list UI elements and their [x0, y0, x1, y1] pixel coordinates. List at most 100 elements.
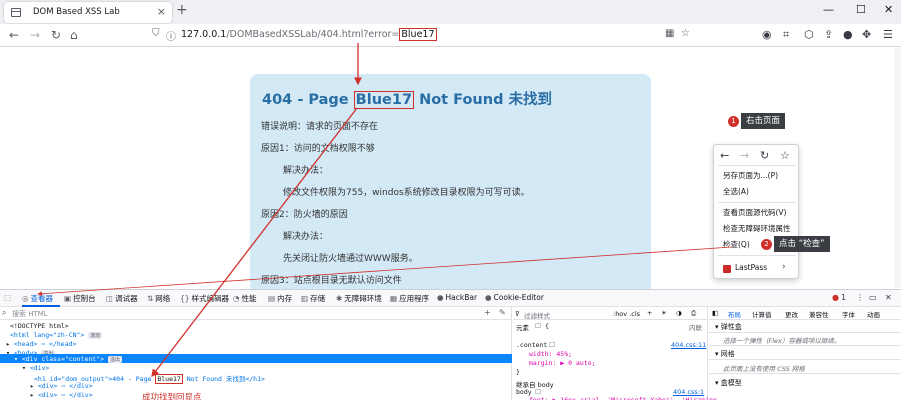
- tab-changes[interactable]: 更改: [785, 309, 798, 319]
- section-divider: [709, 345, 901, 346]
- ctx-view-source[interactable]: 查看页面源代码(V): [723, 207, 786, 218]
- selected-dom-row[interactable]: ▾ <div class="content"> 溢出: [0, 354, 512, 363]
- application-icon: ▦: [390, 294, 398, 303]
- ctx-reload-icon[interactable]: ↻: [760, 149, 769, 162]
- body-rule-source[interactable]: 404.css:1: [673, 388, 704, 396]
- extensions-puzzle-icon[interactable]: ✥: [862, 28, 871, 42]
- div-tag: <div>: [29, 364, 50, 372]
- page-viewport[interactable]: 404 - Page Blue17 Not Found 未找到 错误说明：请求的…: [0, 48, 901, 294]
- margin-declaration[interactable]: margin: ▶ 0 auto;: [529, 359, 596, 367]
- tab-computed[interactable]: 计算值: [752, 309, 772, 319]
- reload-button[interactable]: ↻: [51, 28, 61, 42]
- ctx-inspect-accessibility[interactable]: 检查无障碍环境属性: [723, 223, 791, 234]
- maximize-button[interactable]: ☐: [856, 3, 866, 16]
- browser-window: DOM Based XSS Lab × + — ☐ ✕ ← → ↻ ⌂ ⛉ ⓘ …: [0, 0, 901, 400]
- tab-hackbar[interactable]: ● HackBar: [437, 293, 477, 302]
- close-window-button[interactable]: ✕: [884, 3, 893, 16]
- eyedropper-icon[interactable]: ✎: [499, 308, 506, 317]
- error-badge-icon[interactable]: ●: [832, 293, 839, 302]
- crop-icon[interactable]: ⌗: [783, 28, 789, 42]
- dom-node-html[interactable]: <html lang="zh-CN"> 滚动: [10, 331, 103, 339]
- ctx-forward-icon[interactable]: →: [740, 149, 749, 162]
- dom-node-head[interactable]: ▸ <head> ⋯ </head>: [6, 340, 76, 348]
- account-icon[interactable]: ◉: [762, 28, 772, 42]
- home-button[interactable]: ⌂: [70, 28, 78, 42]
- page-info-icon[interactable]: ⓘ: [166, 28, 176, 43]
- tab-layout[interactable]: 布局: [728, 309, 741, 319]
- tab-performance[interactable]: ◔ 性能: [233, 293, 257, 304]
- font-declaration[interactable]: font: ▶ 16px arial, 'Microsoft Yahei', '…: [529, 396, 717, 400]
- pseudo-class-toggle[interactable]: :hov .cls: [613, 310, 640, 318]
- tab-fonts[interactable]: 字体: [842, 309, 855, 319]
- dom-node-child-div[interactable]: ▸ <div> ⋯ </div>: [30, 382, 93, 390]
- tab-storage[interactable]: ▥ 存储: [301, 293, 325, 304]
- add-node-icon[interactable]: +: [484, 308, 491, 317]
- element-rule-checkbox[interactable]: ☐: [535, 322, 541, 330]
- tab-memory[interactable]: ▤ 内存: [268, 293, 292, 304]
- content-rule-checkbox[interactable]: ☐: [549, 341, 555, 349]
- tab-style-editor[interactable]: {} 样式编辑器: [180, 293, 229, 304]
- tab-inspector[interactable]: ◎ 查看器: [22, 293, 53, 304]
- tab-compatibility[interactable]: 兼容性: [809, 309, 829, 319]
- page-scrollbar[interactable]: [894, 48, 901, 288]
- options-icon[interactable]: ⋮: [856, 293, 864, 302]
- braces-icon: {}: [180, 294, 190, 303]
- filter-styles-input[interactable]: 过滤样式: [524, 310, 550, 320]
- content-rule-source[interactable]: 404.css:11: [671, 341, 706, 349]
- element-picker-icon[interactable]: ⬚: [4, 293, 13, 302]
- tab-accessibility[interactable]: ✱ 无障碍环境: [336, 293, 382, 304]
- html-search-input[interactable]: 搜索 HTML: [12, 309, 48, 319]
- cookie-icon[interactable]: ●: [843, 28, 853, 42]
- forward-button[interactable]: →: [30, 28, 40, 42]
- menu-icon[interactable]: ☰: [883, 28, 893, 42]
- url-text[interactable]: 127.0.0.1/DOMBasedXSSLab/404.html?error=…: [181, 28, 437, 41]
- ctx-lastpass[interactable]: LastPass: [735, 263, 767, 272]
- dom-node-div-content[interactable]: ▾ <div class="content"> 溢出: [14, 355, 122, 363]
- ctx-inspect[interactable]: 检查(Q): [723, 239, 750, 250]
- ctx-bookmark-icon[interactable]: ☆: [780, 149, 790, 162]
- tab-dom-xss-lab[interactable]: DOM Based XSS Lab ×: [4, 2, 172, 23]
- content-rule-selector[interactable]: .content: [516, 341, 547, 349]
- tab-application[interactable]: ▦ 应用程序: [390, 293, 429, 304]
- devtools-close-icon[interactable]: ✕: [885, 293, 892, 302]
- dom-node-div[interactable]: ▾ <div>: [22, 364, 49, 372]
- print-icon[interactable]: ⎙: [691, 309, 696, 318]
- back-button[interactable]: ←: [9, 28, 19, 42]
- tab-debugger[interactable]: ◫ 调试器: [106, 293, 138, 304]
- box-model-section-header[interactable]: ▾ 盒模型: [715, 378, 742, 388]
- error-count[interactable]: 1: [841, 293, 846, 302]
- tab-console[interactable]: ▣ 控制台: [64, 293, 96, 304]
- bookmark-star-icon[interactable]: ☆: [681, 28, 690, 39]
- body-rule-checkbox[interactable]: ☐: [535, 388, 541, 396]
- share-icon[interactable]: ⇪: [824, 28, 833, 42]
- extension-icon[interactable]: ⬡: [804, 28, 814, 42]
- light-theme-icon[interactable]: ☀: [661, 309, 667, 317]
- ctx-select-all[interactable]: 全选(A): [723, 186, 749, 197]
- width-declaration[interactable]: width: 45%;: [529, 350, 572, 358]
- plus-icon[interactable]: +: [647, 309, 652, 317]
- body-rule-selector[interactable]: body: [516, 388, 532, 396]
- tab-animations[interactable]: 动画: [867, 309, 880, 319]
- grid-section-header[interactable]: ▾ 网格: [715, 349, 735, 359]
- step-1-label: 右击页面: [741, 113, 786, 129]
- ctx-back-icon[interactable]: ←: [720, 149, 729, 162]
- dom-node-child-div[interactable]: ▸ <div> ⋯ </div>: [30, 391, 93, 399]
- ctx-save-page[interactable]: 另存页面为...(P): [723, 170, 778, 181]
- tab-cookie-editor[interactable]: ● Cookie-Editor: [485, 293, 544, 302]
- url-payload-highlight: Blue17: [399, 28, 437, 41]
- url-bar[interactable]: ⛉ ⓘ 127.0.0.1/DOMBasedXSSLab/404.html?er…: [148, 26, 696, 44]
- close-tab-icon[interactable]: ×: [157, 5, 166, 18]
- sidebar-toggle-icon[interactable]: ◧: [712, 309, 718, 317]
- shield-icon[interactable]: ⛉: [152, 28, 160, 39]
- flexbox-section-header[interactable]: ▾ 弹性盒: [715, 322, 742, 332]
- minimize-button[interactable]: —: [823, 3, 834, 16]
- new-tab-button[interactable]: +: [176, 2, 188, 18]
- dock-icon[interactable]: ▭: [869, 293, 877, 302]
- scroll-badge[interactable]: 滚动: [88, 332, 103, 339]
- dom-node-doctype[interactable]: <!DOCTYPE html>: [10, 322, 69, 330]
- html-search-bar[interactable]: ⌕ 搜索 HTML + ✎: [0, 307, 512, 320]
- dark-theme-icon[interactable]: ◑: [676, 309, 682, 317]
- overflow-badge[interactable]: 溢出: [107, 356, 122, 363]
- tab-network[interactable]: ⇅ 网络: [147, 293, 170, 304]
- qr-code-icon[interactable]: ▦: [665, 28, 674, 39]
